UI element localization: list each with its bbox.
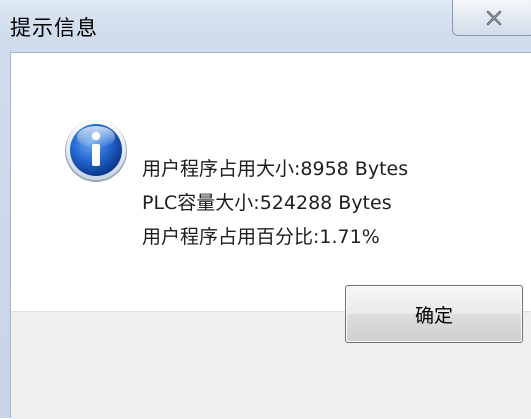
message-panel: 用户程序占用大小:8958 Bytes PLC容量大小:524288 Bytes… [11,53,531,311]
plc-capacity-line: PLC容量大小:524288 Bytes [142,192,392,214]
program-size-line: 用户程序占用大小:8958 Bytes [142,158,409,180]
ok-button[interactable]: 确定 [345,285,523,343]
title-bar[interactable]: 提示信息 [0,0,531,50]
dialog-title: 提示信息 [10,16,98,40]
close-icon [485,10,503,26]
usage-percent-line: 用户程序占用百分比:1.71% [142,226,380,248]
message-text: 用户程序占用大小:8958 Bytes PLC容量大小:524288 Bytes… [142,152,408,254]
ok-button-label: 确定 [414,304,453,327]
info-icon [63,117,129,183]
dialog-client-area: 用户程序占用大小:8958 Bytes PLC容量大小:524288 Bytes… [10,52,531,419]
message-dialog: 提示信息 用户程序占用大小:8958 Bytes PLC容量大小:524288 … [0,0,531,419]
close-button[interactable] [452,0,531,36]
